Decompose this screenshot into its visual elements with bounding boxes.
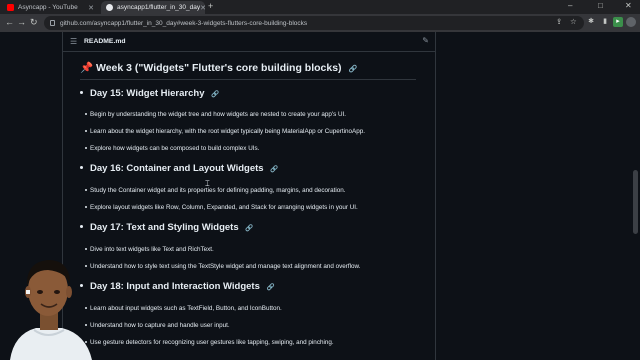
maximize-icon[interactable]: □ <box>598 1 603 10</box>
readme-header: ☰ README.md ✎ <box>63 32 435 52</box>
heading-divider <box>80 79 416 80</box>
close-icon[interactable]: ✕ <box>200 4 206 12</box>
day-title: Day 18: Input and Interaction Widgets <box>90 281 260 292</box>
extensions-icon[interactable]: ✱ <box>586 17 596 27</box>
lock-icon <box>50 20 55 26</box>
address-bar[interactable]: github.com/asyncapp1/flutter_in_30_day#w… <box>44 16 584 30</box>
week-heading: 📌 Week 3 ("Widgets" Flutter's core build… <box>80 61 357 74</box>
close-icon[interactable]: ✕ <box>88 4 94 12</box>
share-icon[interactable]: ⇪ <box>556 17 562 26</box>
url-text: github.com/asyncapp1/flutter_in_30_day#w… <box>60 19 308 27</box>
profile-avatar[interactable] <box>626 17 636 27</box>
pushpin-icon: 📌 <box>80 62 94 74</box>
minimize-icon[interactable]: – <box>568 1 572 10</box>
bullet <box>80 166 83 169</box>
anchor-link-icon[interactable]: 🔗 <box>348 66 357 73</box>
list-item: Learn about the widget hierarchy, with t… <box>85 128 365 135</box>
day-heading: Day 15: Widget Hierarchy 🔗 <box>80 88 219 99</box>
list-item: Understand how to style text using the T… <box>85 263 360 270</box>
list-item: Explore how widgets can be composed to b… <box>85 145 259 152</box>
bullet <box>80 91 83 94</box>
presenter-figure <box>10 260 92 360</box>
forward-icon[interactable]: → <box>17 17 26 27</box>
day-title: Day 17: Text and Styling Widgets <box>90 222 239 233</box>
list-item: Begin by understanding the widget tree a… <box>85 111 346 118</box>
extension-green-icon[interactable]: ▸ <box>613 17 623 27</box>
day-title: Day 16: Container and Layout Widgets <box>90 163 264 174</box>
page-scrollbar[interactable] <box>632 32 640 360</box>
readme-filename: README.md <box>84 38 126 45</box>
day-title: Day 15: Widget Hierarchy <box>90 88 205 99</box>
back-icon[interactable]: ← <box>5 17 14 27</box>
bookmark-star-icon[interactable]: ☆ <box>570 17 577 26</box>
anchor-link-icon[interactable]: 🔗 <box>211 91 219 98</box>
browser-tab-strip: Asyncapp - YouTube ✕ asyncapp1/flutter_i… <box>0 0 640 14</box>
webcam-overlay <box>0 248 112 360</box>
tab-label: Asyncapp - YouTube <box>18 4 78 11</box>
reload-icon[interactable]: ↻ <box>30 17 38 28</box>
github-icon <box>106 4 113 11</box>
youtube-icon <box>7 4 14 11</box>
anchor-link-icon[interactable]: 🔗 <box>267 284 275 291</box>
day-heading: Day 16: Container and Layout Widgets 🔗 <box>80 163 278 174</box>
list-item: Study the Container widget and its prope… <box>85 187 346 194</box>
anchor-link-icon[interactable]: 🔗 <box>270 166 278 173</box>
week-heading-text: Week 3 ("Widgets" Flutter's core buildin… <box>96 62 342 74</box>
edit-pencil-icon[interactable]: ✎ <box>422 36 429 45</box>
tab-label: asyncapp1/flutter_in_30_day <box>117 4 201 11</box>
day-heading: Day 18: Input and Interaction Widgets 🔗 <box>80 281 275 292</box>
day-heading: Day 17: Text and Styling Widgets 🔗 <box>80 222 253 233</box>
list-item: Learn about input widgets such as TextFi… <box>85 305 282 312</box>
mouse-cursor-icon: ⌶ <box>205 179 210 188</box>
outline-list-icon[interactable]: ☰ <box>70 37 77 46</box>
browser-toolbar: ← → ↻ github.com/asyncapp1/flutter_in_30… <box>0 14 640 32</box>
side-panel-icon[interactable]: ▮ <box>600 17 610 27</box>
anchor-link-icon[interactable]: 🔗 <box>245 225 253 232</box>
list-item: Explore layout widgets like Row, Column,… <box>85 204 358 211</box>
scrollbar-thumb[interactable] <box>633 170 638 234</box>
tab-youtube[interactable]: Asyncapp - YouTube ✕ <box>2 1 99 14</box>
window-close-icon[interactable]: ✕ <box>625 1 632 10</box>
list-item: Use gesture detectors for recognizing us… <box>85 339 334 346</box>
bullet <box>80 225 83 228</box>
new-tab-icon[interactable]: + <box>208 1 213 11</box>
tab-github[interactable]: asyncapp1/flutter_in_30_day ✕ <box>101 1 206 14</box>
